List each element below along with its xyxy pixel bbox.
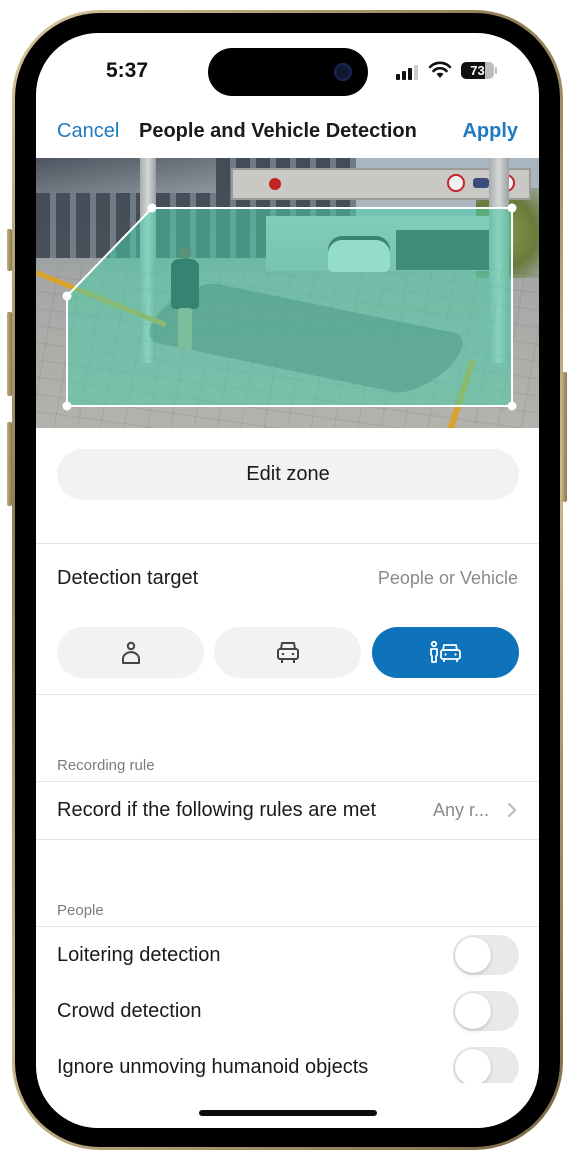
- person-icon: [121, 641, 140, 664]
- battery-cap: [495, 67, 497, 74]
- status-bar: 5:37 73: [36, 33, 539, 113]
- recording-rule-row[interactable]: Record if the following rules are met An…: [36, 782, 539, 839]
- person-and-car-icon: [429, 640, 461, 663]
- detection-target-label: Detection target: [57, 567, 199, 589]
- loitering-detection-row: Loitering detection: [36, 927, 539, 983]
- cancel-button[interactable]: Cancel: [57, 120, 119, 143]
- wifi-icon: [428, 61, 452, 78]
- detection-zone-polygon[interactable]: [66, 207, 513, 407]
- toggle-label: Loitering detection: [57, 944, 221, 966]
- car-icon: [276, 641, 299, 663]
- crowd-detection-toggle[interactable]: [453, 991, 519, 1031]
- loitering-detection-toggle[interactable]: [453, 935, 519, 975]
- recording-rule-value: Any r...: [432, 800, 489, 820]
- edit-zone-button[interactable]: Edit zone: [57, 449, 519, 500]
- recording-rule-label: Record if the following rules are met: [57, 799, 377, 821]
- screen: 5:37 73 Cancel People and Vehicle Detect…: [36, 33, 539, 1128]
- zone-handle[interactable]: [507, 203, 517, 213]
- recording-rule-section-header: Recording rule: [57, 757, 155, 774]
- target-vehicle-button[interactable]: [214, 627, 361, 678]
- dynamic-island: [208, 48, 368, 96]
- toggle-label: Crowd detection: [57, 1000, 202, 1022]
- status-time: 5:37: [106, 59, 149, 82]
- divider: [36, 694, 539, 695]
- volume-down-button: [7, 422, 12, 506]
- people-section-header: People: [57, 902, 104, 919]
- crowd-detection-row: Crowd detection: [36, 983, 539, 1039]
- detection-target-value: People or Vehicle: [377, 568, 518, 588]
- target-people-or-vehicle-button[interactable]: [372, 627, 519, 678]
- action-button: [7, 229, 12, 271]
- detection-zone-overlay[interactable]: [36, 158, 539, 428]
- zone-handle[interactable]: [147, 203, 157, 213]
- bottom-safe-area: [36, 1083, 539, 1128]
- cellular-signal-icon: [396, 65, 418, 80]
- divider: [36, 839, 539, 840]
- battery-level: 73: [470, 63, 485, 78]
- camera-preview: [36, 158, 539, 428]
- toggle-label: Ignore unmoving humanoid objects: [57, 1056, 369, 1078]
- target-people-button[interactable]: [57, 627, 204, 678]
- battery-icon: 73: [461, 62, 494, 79]
- volume-up-button: [7, 312, 12, 396]
- page-title: People and Vehicle Detection: [139, 120, 417, 142]
- power-button: [562, 372, 567, 502]
- zone-handle[interactable]: [507, 401, 517, 411]
- navigation-bar: Cancel People and Vehicle Detection Appl…: [36, 113, 539, 158]
- apply-button[interactable]: Apply: [462, 120, 518, 143]
- divider: [36, 543, 539, 544]
- front-camera-icon: [334, 63, 352, 81]
- zone-handle[interactable]: [62, 401, 72, 411]
- ignore-unmoving-humanoid-toggle[interactable]: [453, 1047, 519, 1087]
- zone-handle[interactable]: [62, 291, 72, 301]
- home-indicator[interactable]: [199, 1110, 377, 1116]
- chevron-right-icon: [508, 803, 516, 817]
